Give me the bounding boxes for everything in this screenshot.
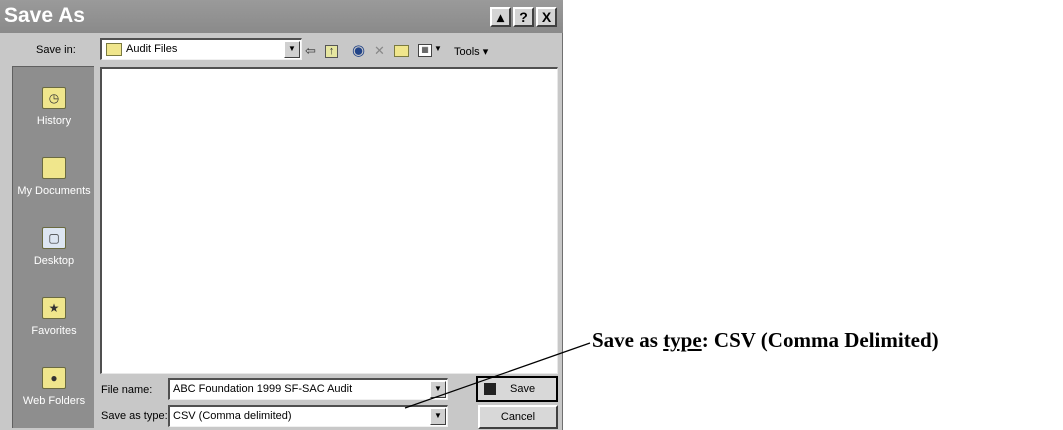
chevron-down-icon[interactable]: ▼ xyxy=(284,41,300,58)
place-label: Desktop xyxy=(33,255,75,267)
place-favorites[interactable]: ★ Favorites xyxy=(13,297,95,337)
place-label: Favorites xyxy=(31,325,77,337)
my-documents-icon xyxy=(42,157,66,179)
save-as-type-dropdown[interactable]: CSV (Comma delimited) ▼ xyxy=(168,405,448,427)
chevron-down-icon[interactable]: ▼ xyxy=(434,44,442,53)
save-in-label: Save in: xyxy=(36,44,76,56)
views-icon[interactable]: ▦ xyxy=(418,44,432,57)
places-bar: ◷ History My Documents ▢ Desktop ★ Favor… xyxy=(12,66,94,428)
save-button[interactable]: Save xyxy=(476,376,558,402)
chevron-down-icon[interactable]: ▼ xyxy=(430,408,446,425)
save-as-dialog: Save As ▴ ? X Save in: Audit Files ▼ ⇦ ↑… xyxy=(0,0,563,430)
web-folders-icon: ● xyxy=(42,367,66,389)
title-bar[interactable]: Save As ▴ ? X xyxy=(0,0,563,33)
file-name-field[interactable]: ABC Foundation 1999 SF-SAC Audit ▼ xyxy=(168,378,448,400)
favorites-icon: ★ xyxy=(42,297,66,319)
search-web-icon[interactable]: ◉ xyxy=(352,41,365,59)
save-in-value: Audit Files xyxy=(126,43,178,55)
save-as-type-label: Save as type: xyxy=(101,410,168,422)
place-desktop[interactable]: ▢ Desktop xyxy=(13,227,95,267)
place-label: Web Folders xyxy=(22,395,86,407)
annotation-suffix: : CSV (Comma Delimited) xyxy=(701,328,939,352)
history-icon: ◷ xyxy=(42,87,66,109)
folder-icon xyxy=(106,43,122,56)
new-folder-icon[interactable] xyxy=(394,45,409,57)
place-web-folders[interactable]: ● Web Folders xyxy=(13,367,95,407)
floppy-disk-icon xyxy=(484,383,496,395)
file-list[interactable] xyxy=(100,67,558,374)
place-history[interactable]: ◷ History xyxy=(13,87,95,127)
tools-label: Tools xyxy=(454,46,480,58)
file-name-label: File name: xyxy=(101,384,153,396)
back-arrow-icon[interactable]: ⇦ xyxy=(305,43,316,59)
save-button-label: Save xyxy=(510,383,536,395)
desktop-icon: ▢ xyxy=(42,227,66,249)
help-button[interactable]: ? xyxy=(513,7,534,27)
up-folder-icon[interactable]: ↑ xyxy=(325,45,338,58)
window-title: Save As xyxy=(4,4,85,27)
place-my-documents[interactable]: My Documents xyxy=(13,157,95,197)
delete-icon[interactable]: ✕ xyxy=(374,43,385,59)
file-name-value: ABC Foundation 1999 SF-SAC Audit xyxy=(173,383,353,395)
save-as-type-annotation: Save as type: CSV (Comma Delimited) xyxy=(592,328,939,353)
annotation-underlined: type xyxy=(663,328,702,352)
place-label: History xyxy=(36,115,72,127)
cancel-button[interactable]: Cancel xyxy=(478,405,558,429)
minimize-button[interactable]: ▴ xyxy=(490,7,511,27)
place-label: My Documents xyxy=(17,185,91,197)
annotation-prefix: Save as xyxy=(592,328,664,352)
save-as-type-value: CSV (Comma delimited) xyxy=(173,410,292,422)
close-button[interactable]: X xyxy=(536,7,557,27)
chevron-down-icon[interactable]: ▼ xyxy=(430,381,446,398)
save-in-dropdown[interactable]: Audit Files ▼ xyxy=(100,38,302,60)
tools-menu[interactable]: Tools ▾ xyxy=(454,45,488,58)
